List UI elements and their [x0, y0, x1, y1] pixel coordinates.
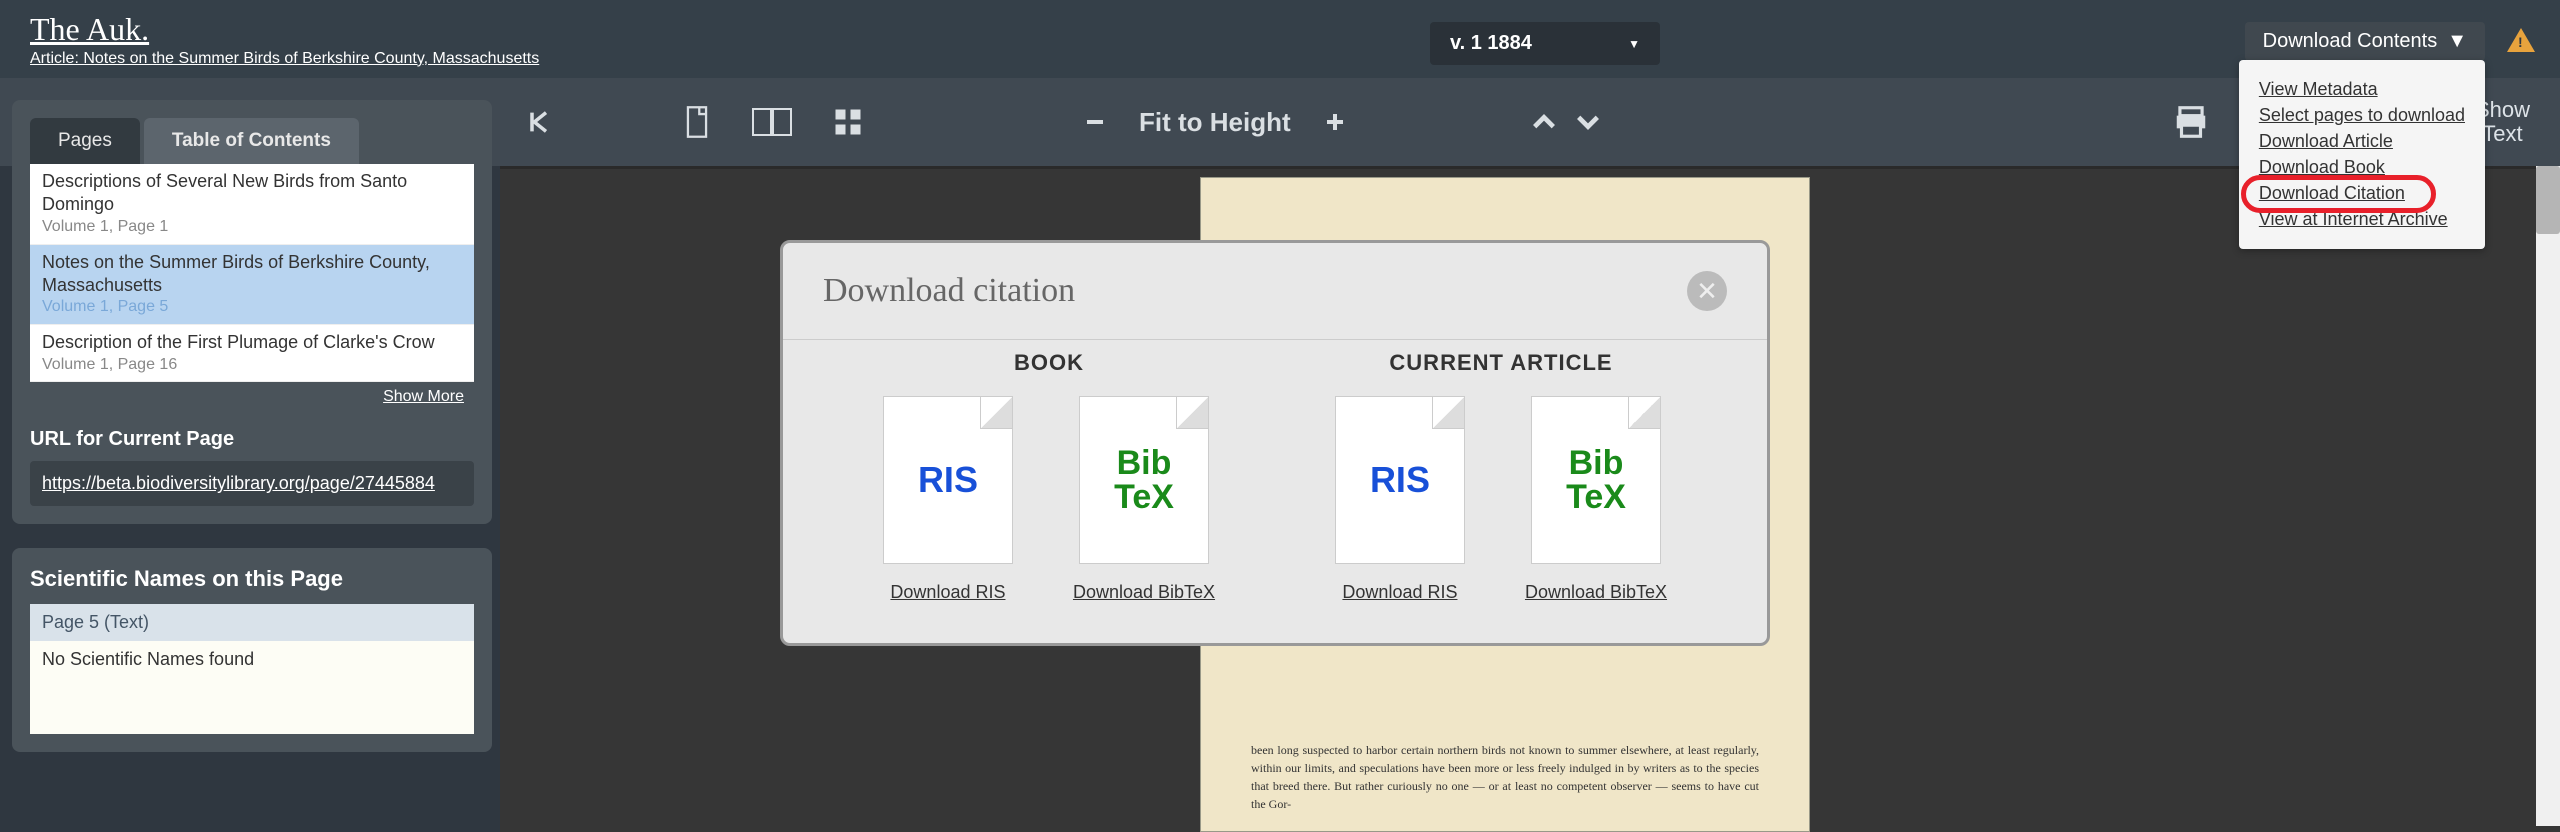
download-contents-label: Download Contents [2263, 30, 2438, 53]
download-ris-link[interactable]: Download RIS [890, 582, 1005, 602]
dropdown-arrow-icon: ▼ [1628, 37, 1640, 51]
ris-label: RIS [1370, 462, 1430, 498]
sci-names-box: Page 5 (Text) No Scientific Names found [30, 604, 474, 734]
menu-view-archive[interactable]: View at Internet Archive [2259, 209, 2465, 230]
zoom-in-icon[interactable] [1323, 110, 1347, 134]
header: The Auk. Article: Notes on the Summer Bi… [0, 0, 2560, 78]
toc-volume: Volume 1, Page 1 [42, 217, 462, 238]
book-bibtex-item: BibTeX Download BibTeX [1073, 396, 1215, 603]
toc-list[interactable]: Descriptions of Several New Birds from S… [30, 164, 474, 382]
download-ris-link[interactable]: Download RIS [1342, 582, 1457, 602]
modal-title: Download citation [823, 272, 1075, 310]
book-heading: BOOK [823, 350, 1275, 376]
volume-label: v. 1 1884 [1450, 32, 1532, 55]
close-icon[interactable]: ✕ [1687, 271, 1727, 311]
page-nav [1530, 108, 1602, 136]
toc-title: Notes on the Summer Birds of Berkshire C… [42, 251, 462, 298]
toc-title: Descriptions of Several New Birds from S… [42, 170, 462, 217]
article-ris-item: RIS Download RIS [1335, 396, 1465, 603]
menu-select-pages[interactable]: Select pages to download [2259, 105, 2465, 126]
sidebar-tabs: Pages Table of Contents [30, 118, 474, 164]
grid-view-icon[interactable] [833, 107, 863, 137]
toc-panel: Pages Table of Contents Descriptions of … [12, 100, 492, 524]
menu-download-article[interactable]: Download Article [2259, 131, 2465, 152]
journal-title[interactable]: The Auk. [30, 11, 539, 48]
sci-none-msg: No Scientific Names found [30, 641, 474, 678]
file-icon[interactable]: RIS [883, 396, 1013, 564]
bibtex-label: BibTeX [1566, 446, 1626, 514]
title-block: The Auk. Article: Notes on the Summer Bi… [30, 11, 539, 68]
tab-toc[interactable]: Table of Contents [144, 118, 359, 164]
sci-page-label[interactable]: Page 5 (Text) [30, 604, 474, 641]
scientific-names-panel: Scientific Names on this Page Page 5 (Te… [12, 548, 492, 752]
bibtex-label: BibTeX [1114, 446, 1174, 514]
warning-icon[interactable] [2507, 28, 2535, 56]
menu-download-book[interactable]: Download Book [2259, 157, 2465, 178]
sci-names-heading: Scientific Names on this Page [30, 566, 474, 592]
book-column: BOOK RIS Download RIS BibTeX Download Bi… [823, 350, 1275, 603]
show-more-link[interactable]: Show More [30, 382, 474, 412]
book-ris-item: RIS Download RIS [883, 396, 1013, 603]
vertical-scrollbar[interactable] [2536, 166, 2560, 826]
download-dropdown-menu: View Metadata Select pages to download D… [2239, 60, 2485, 249]
file-icon[interactable]: BibTeX [1079, 396, 1209, 564]
toc-volume: Volume 1, Page 16 [42, 355, 462, 376]
first-page-icon[interactable] [525, 108, 553, 136]
toc-item[interactable]: Descriptions of Several New Birds from S… [30, 164, 474, 245]
file-icon[interactable]: BibTeX [1531, 396, 1661, 564]
tab-pages[interactable]: Pages [30, 118, 140, 164]
toc-item[interactable]: Description of the First Plumage of Clar… [30, 325, 474, 382]
volume-selector[interactable]: v. 1 1884 ▼ [1430, 22, 1660, 65]
page-down-icon[interactable] [1574, 108, 1602, 136]
page-up-icon[interactable] [1530, 108, 1558, 136]
page-url[interactable]: https://beta.biodiversitylibrary.org/pag… [30, 461, 474, 506]
ris-label: RIS [918, 462, 978, 498]
download-bibtex-link[interactable]: Download BibTeX [1525, 582, 1667, 602]
url-label: URL for Current Page [30, 428, 474, 451]
sidebar: Pages Table of Contents Descriptions of … [12, 100, 492, 776]
toc-item-selected[interactable]: Notes on the Summer Birds of Berkshire C… [30, 245, 474, 326]
article-bibtex-item: BibTeX Download BibTeX [1525, 396, 1667, 603]
print-icon[interactable] [2172, 103, 2210, 141]
article-column: CURRENT ARTICLE RIS Download RIS BibTeX … [1275, 350, 1727, 603]
article-heading: CURRENT ARTICLE [1275, 350, 1727, 376]
toc-title: Description of the First Plumage of Clar… [42, 331, 462, 354]
zoom-out-icon[interactable] [1083, 110, 1107, 134]
single-page-icon[interactable] [683, 105, 711, 139]
two-page-icon[interactable] [751, 105, 793, 139]
menu-view-metadata[interactable]: View Metadata [2259, 79, 2465, 100]
toc-volume: Volume 1, Page 5 [42, 297, 462, 318]
page-body-text: been long suspected to harbor certain no… [1251, 741, 1759, 813]
modal-body: BOOK RIS Download RIS BibTeX Download Bi… [783, 340, 1767, 643]
download-citation-modal: Download citation ✕ BOOK RIS Download RI… [780, 240, 1770, 646]
menu-download-citation[interactable]: Download Citation [2259, 183, 2465, 204]
download-contents-button[interactable]: Download Contents ▼ [2245, 22, 2485, 61]
scrollbar-thumb[interactable] [2536, 166, 2560, 234]
fit-mode-label[interactable]: Fit to Height [1139, 107, 1291, 138]
download-bibtex-link[interactable]: Download BibTeX [1073, 582, 1215, 602]
dropdown-arrow-icon: ▼ [2447, 30, 2467, 53]
file-icon[interactable]: RIS [1335, 396, 1465, 564]
modal-header: Download citation ✕ [783, 243, 1767, 340]
article-subtitle[interactable]: Article: Notes on the Summer Birds of Be… [30, 50, 539, 68]
